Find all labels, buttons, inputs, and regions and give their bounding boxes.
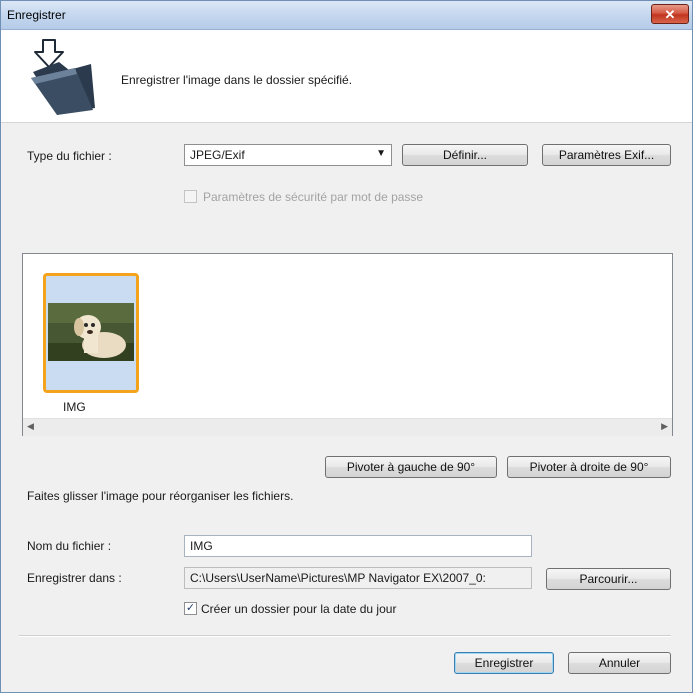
scroll-right-icon[interactable]: ▶ <box>661 421 668 432</box>
title-bar[interactable]: Enregistrer ✕ <box>1 1 692 30</box>
save-dialog: Enregistrer ✕ Enregistrer l'image dans l… <box>0 0 693 693</box>
dog-photo-image <box>48 303 134 361</box>
thumbnail-item[interactable] <box>43 273 139 393</box>
save-button[interactable]: Enregistrer <box>454 652 554 674</box>
file-name-input[interactable]: IMG <box>184 535 532 557</box>
date-folder-label: Créer un dossier pour la date du jour <box>201 602 397 616</box>
reorder-hint: Faites glisser l'image pour réorganiser … <box>27 489 294 503</box>
save-in-path: C:\Users\UserName\Pictures\MP Navigator … <box>184 567 532 589</box>
exif-settings-button[interactable]: Paramètres Exif... <box>542 144 671 166</box>
close-icon: ✕ <box>664 6 676 22</box>
cancel-button[interactable]: Annuler <box>568 652 671 674</box>
file-type-label: Type du fichier : <box>27 149 112 163</box>
browse-button[interactable]: Parcourir... <box>546 568 671 590</box>
save-to-folder-icon <box>31 39 95 115</box>
header-divider <box>1 122 692 123</box>
date-folder-checkbox[interactable]: ✓ <box>184 602 197 615</box>
horizontal-scrollbar[interactable]: ◀ ▶ <box>23 418 672 436</box>
header-description: Enregistrer l'image dans le dossier spéc… <box>121 73 353 87</box>
scroll-left-icon[interactable]: ◀ <box>27 421 34 432</box>
chevron-down-icon: ▼ <box>376 148 386 159</box>
save-in-label: Enregistrer dans : <box>27 571 122 585</box>
checkmark-icon: ✓ <box>185 602 196 614</box>
rotate-right-button[interactable]: Pivoter à droite de 90° <box>507 456 671 478</box>
rotate-left-button[interactable]: Pivoter à gauche de 90° <box>325 456 497 478</box>
footer-divider <box>19 635 671 637</box>
file-type-value: JPEG/Exif <box>190 148 245 162</box>
file-type-dropdown[interactable]: JPEG/Exif ▼ <box>184 144 392 166</box>
thumbnail-label: IMG <box>63 400 86 414</box>
dialog-header: Enregistrer l'image dans le dossier spéc… <box>1 30 692 122</box>
dog-photo-thumbnail <box>48 303 134 361</box>
password-security-checkbox[interactable] <box>184 190 197 203</box>
password-security-label: Paramètres de sécurité par mot de passe <box>203 190 424 204</box>
close-button[interactable]: ✕ <box>651 4 689 24</box>
file-name-label: Nom du fichier : <box>27 539 112 553</box>
thumbnail-list[interactable]: IMG ◀ ▶ <box>22 253 673 436</box>
define-button[interactable]: Définir... <box>402 144 528 166</box>
window-title: Enregistrer <box>7 8 66 22</box>
